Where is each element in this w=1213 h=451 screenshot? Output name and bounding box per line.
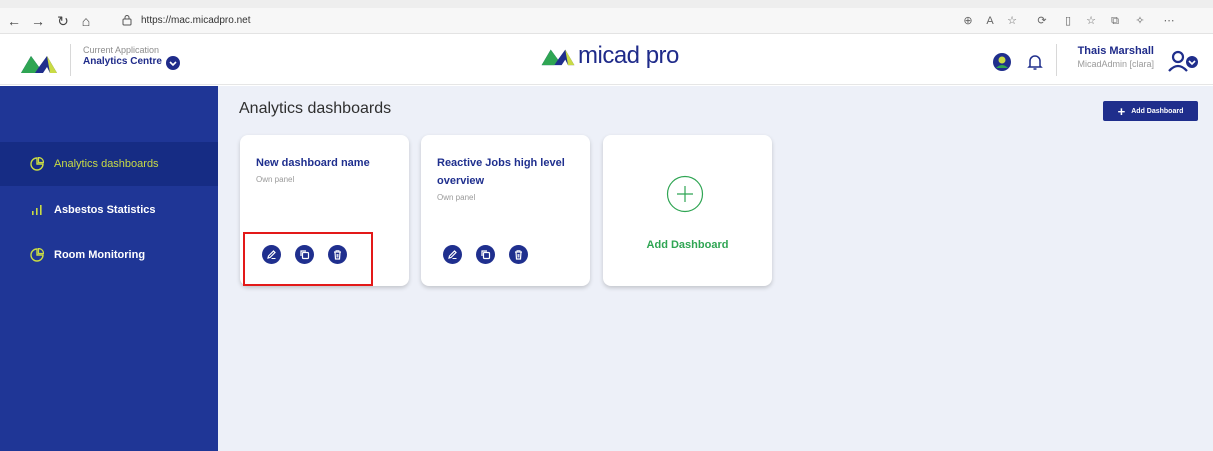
add-circle-icon[interactable] (666, 175, 704, 213)
pie-chart-icon (30, 157, 44, 171)
app-header: Current Application Analytics Centre mic… (0, 35, 1213, 85)
current-application-label: Current Application (83, 45, 160, 55)
copy-icon (481, 250, 491, 260)
dashboard-card-subtitle: Own panel (437, 193, 476, 202)
add-dashboard-button[interactable]: + Add Dashboard (1103, 101, 1198, 121)
pencil-icon (448, 250, 457, 259)
highlight-annotation-box (243, 232, 373, 286)
plus-icon: + (1117, 103, 1126, 119)
back-icon[interactable]: ← (6, 13, 22, 29)
copilot-icon[interactable]: ✧ (1132, 13, 1148, 29)
refresh-icon[interactable]: ↻ (55, 13, 71, 29)
dashboard-card-subtitle: Own panel (256, 175, 295, 184)
more-menu-icon[interactable]: ⋯ (1161, 13, 1177, 29)
bar-chart-icon (32, 205, 42, 215)
header-divider (70, 44, 71, 76)
split-screen-icon[interactable]: ▯ (1060, 13, 1076, 29)
header-divider (1056, 44, 1057, 76)
dashboard-card-title[interactable]: New dashboard name (256, 154, 396, 172)
extensions-icon[interactable]: ⟳ (1034, 13, 1050, 29)
zoom-icon[interactable]: ⊕ (960, 13, 976, 29)
micad-logo-icon[interactable] (20, 52, 58, 74)
sidebar-item-label: Analytics dashboards (54, 158, 159, 170)
user-role: MicadAdmin [clara] (1077, 59, 1154, 69)
brand-text: micad pro (578, 42, 679, 69)
user-name[interactable]: Thais Marshall (1078, 45, 1154, 57)
forward-icon[interactable]: → (30, 13, 46, 29)
url-text: https://mac.micadpro.net (141, 15, 251, 26)
dashboard-card-title[interactable]: Reactive Jobs high level overview (437, 154, 577, 190)
edit-button[interactable] (443, 245, 462, 264)
bell-icon[interactable] (1027, 53, 1043, 71)
sidebar-item-label: Asbestos Statistics (54, 204, 156, 216)
sidebar-item-analytics-dashboards[interactable]: Analytics dashboards (0, 142, 218, 186)
chevron-down-icon[interactable] (166, 56, 180, 70)
page-title: Analytics dashboards (239, 100, 392, 117)
add-dashboard-card-label[interactable]: Add Dashboard (603, 239, 772, 251)
pie-chart-icon (30, 248, 44, 262)
browser-tab-strip (0, 0, 1213, 8)
current-application-value[interactable]: Analytics Centre (83, 56, 162, 67)
favorites-icon[interactable]: ☆ (1083, 13, 1099, 29)
favorite-star-icon[interactable]: ☆ (1004, 13, 1020, 29)
lock-icon (122, 15, 132, 26)
micad-logo-icon (541, 49, 575, 66)
sidebar: Analytics dashboards Asbestos Statistics… (0, 86, 218, 451)
add-dashboard-button-label: Add Dashboard (1131, 107, 1184, 115)
home-icon[interactable]: ⌂ (78, 13, 94, 29)
sidebar-item-label: Room Monitoring (54, 249, 146, 261)
delete-button[interactable] (509, 245, 528, 264)
collections-icon[interactable]: ⧉ (1107, 13, 1123, 29)
dashboard-card[interactable]: Reactive Jobs high level overview Own pa… (421, 135, 590, 286)
duplicate-button[interactable] (476, 245, 495, 264)
sidebar-item-room-monitoring[interactable]: Room Monitoring (0, 233, 218, 277)
add-dashboard-card[interactable]: Add Dashboard (603, 135, 772, 286)
user-account-icon[interactable] (1167, 49, 1199, 73)
read-aloud-icon[interactable]: A (982, 13, 998, 29)
browser-toolbar: ← → ↻ ⌂ https://mac.micadpro.net ⊕ A ☆ ⟳… (0, 0, 1213, 34)
trash-icon (515, 250, 522, 260)
support-icon[interactable] (992, 52, 1012, 72)
brand-title: micad pro (540, 42, 679, 69)
sidebar-item-asbestos-statistics[interactable]: Asbestos Statistics (0, 188, 218, 232)
